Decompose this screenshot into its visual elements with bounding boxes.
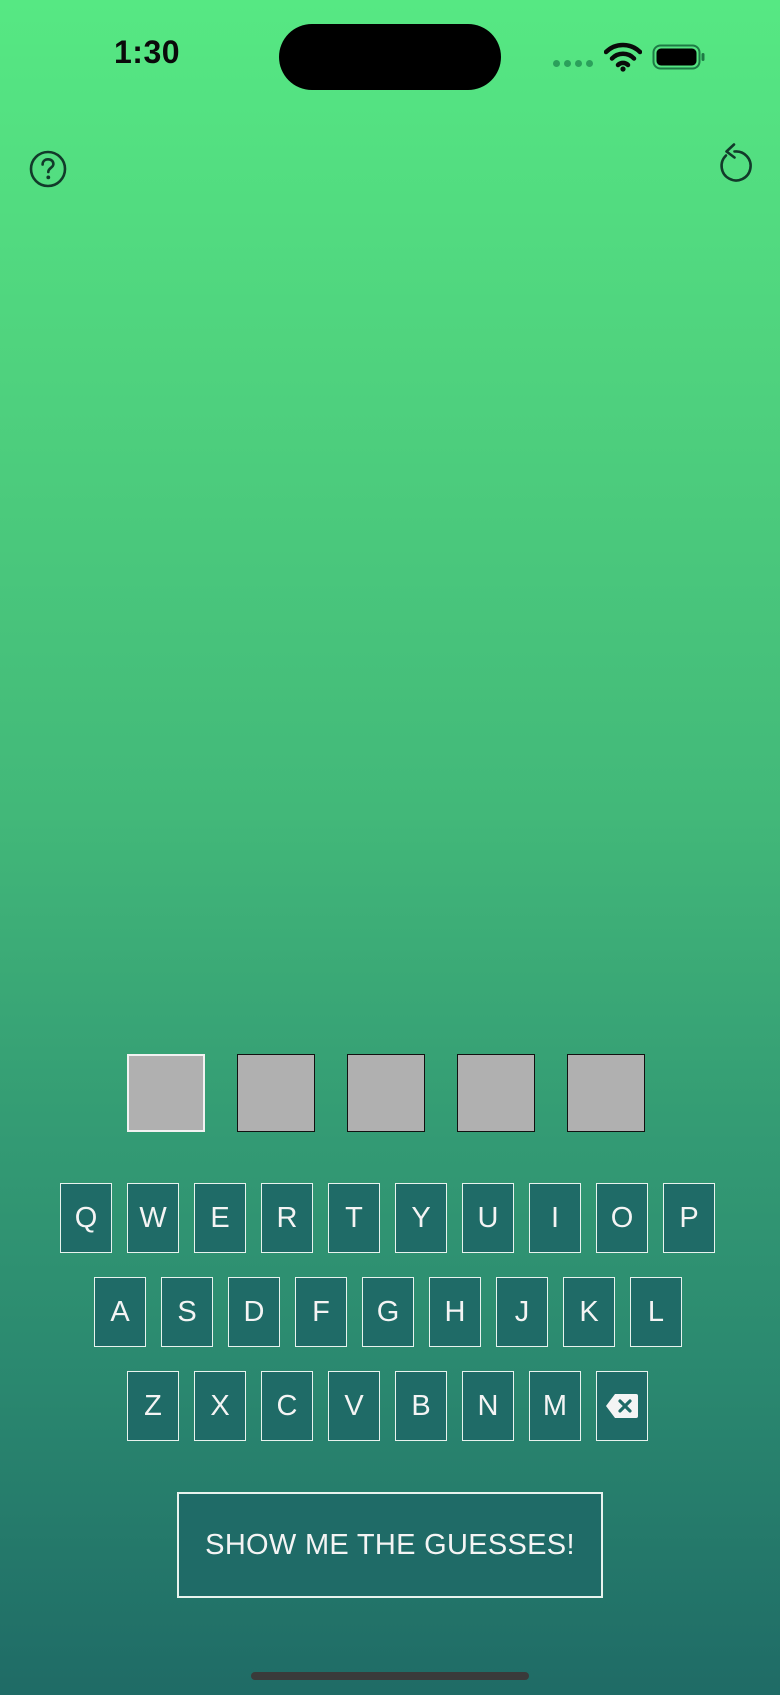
- cellular-signal-icon: [553, 60, 593, 67]
- battery-icon: [652, 44, 705, 70]
- keyboard-row-1: Q W E R T Y U I O P: [60, 1183, 715, 1253]
- guess-box: [237, 1054, 315, 1132]
- guess-box: [567, 1054, 645, 1132]
- key-l[interactable]: L: [630, 1277, 682, 1347]
- key-i[interactable]: I: [529, 1183, 581, 1253]
- guess-box: [347, 1054, 425, 1132]
- backspace-icon: [606, 1394, 638, 1418]
- key-z[interactable]: Z: [127, 1371, 179, 1441]
- key-x[interactable]: X: [194, 1371, 246, 1441]
- guess-box: [457, 1054, 535, 1132]
- key-s[interactable]: S: [161, 1277, 213, 1347]
- key-h[interactable]: H: [429, 1277, 481, 1347]
- key-f[interactable]: F: [295, 1277, 347, 1347]
- key-backspace[interactable]: [596, 1371, 648, 1441]
- key-d[interactable]: D: [228, 1277, 280, 1347]
- key-q[interactable]: Q: [60, 1183, 112, 1253]
- guess-box: [127, 1054, 205, 1132]
- key-a[interactable]: A: [94, 1277, 146, 1347]
- help-button[interactable]: [28, 149, 68, 189]
- key-t[interactable]: T: [328, 1183, 380, 1253]
- key-p[interactable]: P: [663, 1183, 715, 1253]
- key-c[interactable]: C: [261, 1371, 313, 1441]
- home-indicator[interactable]: [251, 1672, 529, 1680]
- key-r[interactable]: R: [261, 1183, 313, 1253]
- restart-button[interactable]: [712, 143, 756, 187]
- key-k[interactable]: K: [563, 1277, 615, 1347]
- key-b[interactable]: B: [395, 1371, 447, 1441]
- key-u[interactable]: U: [462, 1183, 514, 1253]
- keyboard-row-3: Z X C V B N M: [127, 1371, 648, 1441]
- key-e[interactable]: E: [194, 1183, 246, 1253]
- show-guesses-button[interactable]: SHOW ME THE GUESSES!: [177, 1492, 603, 1598]
- key-o[interactable]: O: [596, 1183, 648, 1253]
- status-time: 1:30: [114, 34, 181, 70]
- key-w[interactable]: W: [127, 1183, 179, 1253]
- keyboard-row-2: A S D F G H J K L: [94, 1277, 682, 1347]
- key-m[interactable]: M: [529, 1371, 581, 1441]
- key-n[interactable]: N: [462, 1371, 514, 1441]
- key-j[interactable]: J: [496, 1277, 548, 1347]
- key-v[interactable]: V: [328, 1371, 380, 1441]
- dynamic-island: [279, 24, 501, 90]
- key-y[interactable]: Y: [395, 1183, 447, 1253]
- wifi-icon: [604, 42, 642, 72]
- guess-row: [127, 1054, 645, 1132]
- key-g[interactable]: G: [362, 1277, 414, 1347]
